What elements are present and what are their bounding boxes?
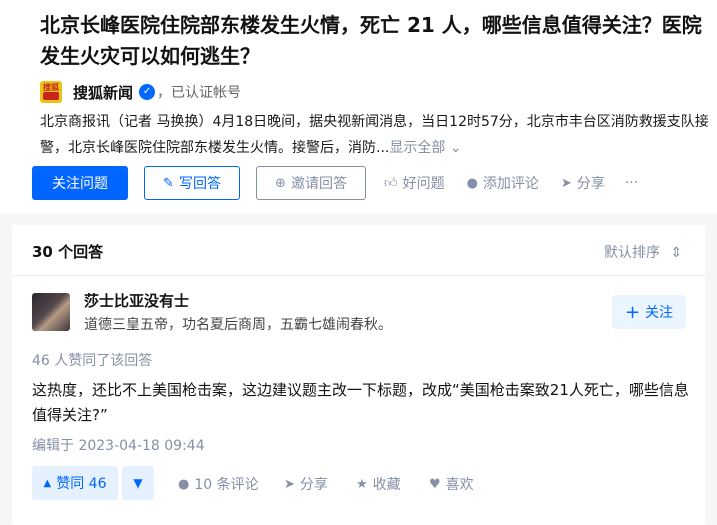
- chevron-down-icon: ⌄: [449, 140, 462, 156]
- collect-button[interactable]: ★ 收藏: [356, 474, 401, 494]
- question-author-row: 搜狐 搜狐新闻 ✓ ，已认证帐号: [40, 80, 241, 104]
- add-user-icon: ⊕: [275, 175, 286, 191]
- follow-author-button[interactable]: + 关注: [612, 295, 686, 329]
- show-all-link[interactable]: 显示全部 ⌄: [389, 140, 461, 156]
- answer-author-name[interactable]: 莎士比亚没有士: [84, 290, 189, 311]
- good-question-button[interactable]: 👍︎ 好问题: [384, 173, 445, 193]
- share-icon: ➤: [284, 476, 295, 492]
- answers-header: 30 个回答 默认排序 ⇕: [12, 225, 705, 276]
- verified-label: ，已认证帐号: [157, 85, 242, 101]
- star-icon: ★: [356, 476, 368, 492]
- share-answer-button[interactable]: ➤ 分享: [284, 474, 328, 494]
- votes-note[interactable]: 46 人赞同了该回答: [32, 350, 152, 370]
- invite-answer-button[interactable]: ⊕ 邀请回答: [256, 166, 366, 200]
- heart-icon: ♥: [429, 476, 441, 492]
- comments-button[interactable]: ● 10 条评论: [178, 474, 259, 494]
- comment-icon: ●: [178, 476, 190, 492]
- author-name[interactable]: 搜狐新闻: [73, 82, 133, 103]
- edited-timestamp[interactable]: 编辑于 2023-04-18 09:44: [32, 435, 205, 455]
- excerpt-text: 北京商报讯（记者 马换换）4月18日晚间，据央视新闻消息，当日12时57分，北京…: [40, 114, 709, 156]
- share-question-button[interactable]: ➤ 分享: [561, 173, 605, 193]
- avatar[interactable]: [32, 293, 70, 331]
- like-button[interactable]: ♥ 喜欢: [429, 474, 474, 494]
- more-options-button[interactable]: ···: [625, 175, 638, 191]
- thumbs-up-icon: 👍︎: [384, 175, 398, 191]
- answer-count: 30 个回答: [32, 243, 104, 261]
- question-title[interactable]: 北京长峰医院住院部东楼发生火情，死亡 21 人，哪些信息值得关注？医院发生火灾可…: [40, 10, 712, 72]
- sohu-logo[interactable]: 搜狐: [40, 81, 62, 103]
- triangle-down-icon: ▼: [133, 476, 143, 490]
- sort-selector[interactable]: 默认排序 ⇕: [604, 242, 682, 262]
- triangle-up-icon: ▲: [43, 477, 52, 489]
- add-comment-button[interactable]: ● 添加评论: [467, 173, 539, 193]
- question-header: 北京长峰医院住院部东楼发生火情，死亡 21 人，哪些信息值得关注？医院发生火灾可…: [0, 0, 717, 214]
- question-actions: 关注问题 ✎ 写回答 ⊕ 邀请回答 👍︎ 好问题 ● 添加评论 ➤ 分享 ···: [32, 166, 638, 200]
- sort-chevron-icon: ⇕: [670, 245, 683, 261]
- share-icon: ➤: [560, 175, 572, 191]
- pencil-icon: ✎: [163, 175, 174, 191]
- answer-author-bio: 道德三皇五帝，功名夏后商周，五霸七雄闹春秋。: [84, 317, 392, 333]
- downvote-button[interactable]: ▼: [122, 466, 154, 500]
- comment-icon: ●: [466, 175, 478, 191]
- answer-body[interactable]: 这热度，还比不上美国枪击案，这边建议题主改一下标题，改成“美国枪击案致21人死亡…: [32, 378, 697, 428]
- write-answer-button[interactable]: ✎ 写回答: [144, 166, 240, 200]
- verified-check-icon: ✓: [139, 84, 156, 100]
- upvote-button[interactable]: ▲ 赞同 46: [32, 466, 118, 500]
- plus-icon: +: [624, 301, 641, 323]
- question-excerpt: 北京商报讯（记者 马换换）4月18日晚间，据央视新闻消息，当日12时57分，北京…: [40, 109, 715, 161]
- follow-question-button[interactable]: 关注问题: [32, 166, 128, 200]
- answer-card: 30 个回答 默认排序 ⇕ 莎士比亚没有士 道德三皇五帝，功名夏后商周，五霸七雄…: [12, 225, 705, 525]
